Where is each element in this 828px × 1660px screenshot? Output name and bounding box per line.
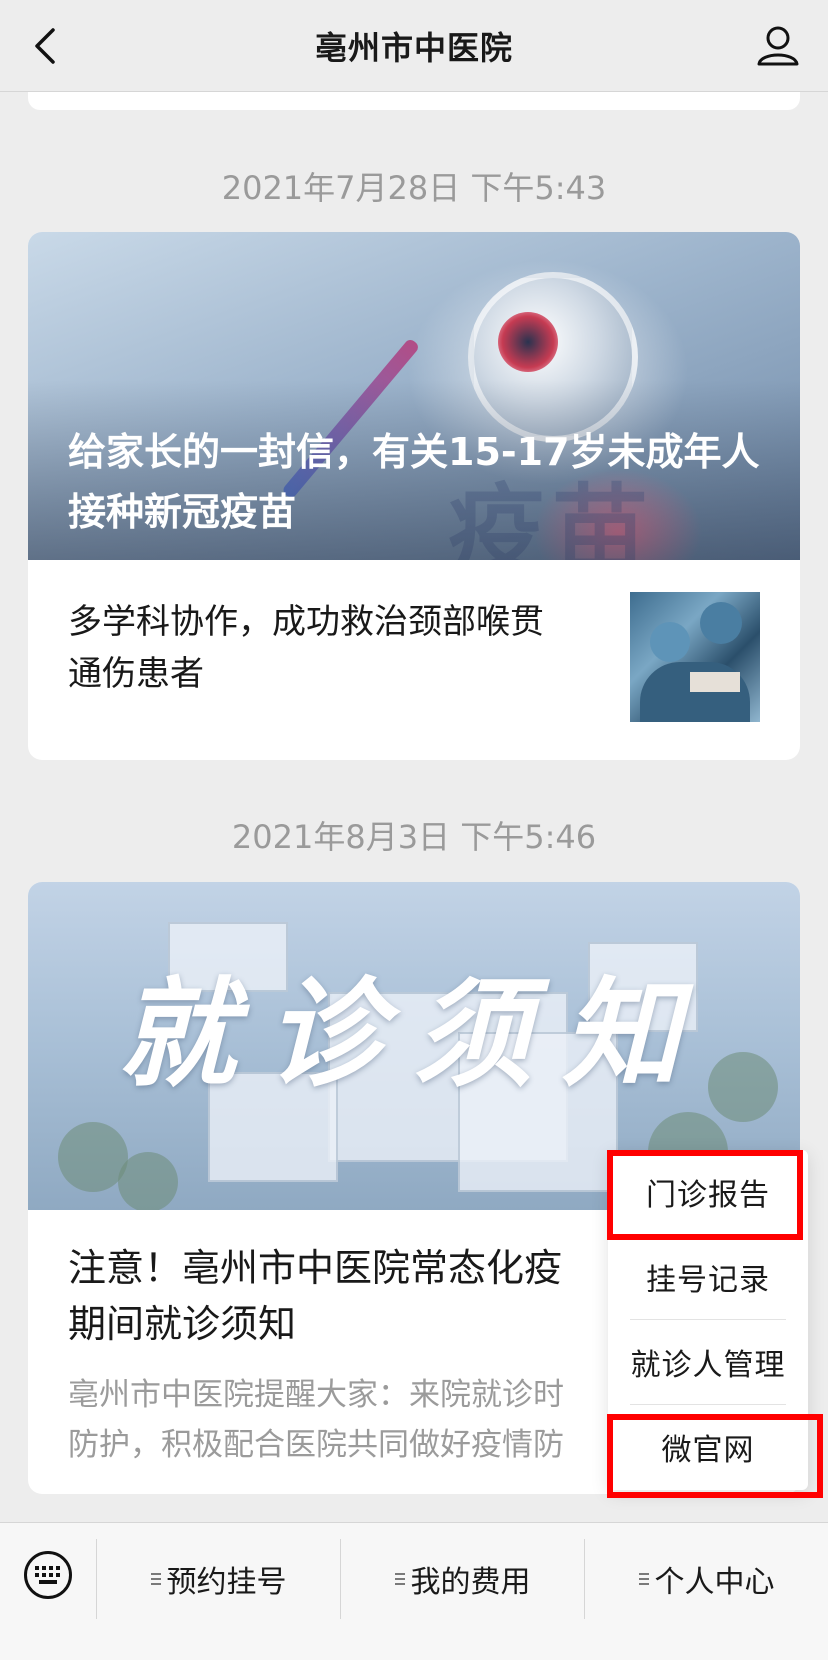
menu-lines-icon bbox=[638, 1570, 649, 1588]
highlight-box-outpatient-report bbox=[607, 1150, 803, 1240]
menu-item-patient-management[interactable]: 就诊人管理 bbox=[608, 1320, 808, 1404]
message-timestamp: 2021年8月3日 下午5:46 bbox=[231, 818, 597, 856]
menu-lines-icon bbox=[150, 1570, 161, 1588]
user-icon bbox=[757, 26, 799, 66]
chevron-left-icon bbox=[35, 28, 55, 64]
sub-article-item[interactable]: 多学科协作，成功救治颈部喉贯通伤患者 bbox=[28, 560, 800, 758]
article-card: 疫苗 给家长的一封信，有关15-17岁未成年人接种新冠疫苗 多学科协作，成功救治… bbox=[28, 232, 800, 760]
keyboard-toggle-button[interactable] bbox=[24, 1551, 72, 1599]
article-title[interactable]: 给家长的一封信，有关15-17岁未成年人接种新冠疫苗 bbox=[68, 422, 760, 542]
bottom-menu-my-fees[interactable]: 我的费用 bbox=[341, 1539, 584, 1619]
bottom-menu-personal-center[interactable]: 个人中心 bbox=[585, 1539, 828, 1619]
menu-item-registration-record[interactable]: 挂号记录 bbox=[608, 1235, 808, 1319]
navigation-bar: 亳州市中医院 bbox=[0, 0, 828, 92]
bottom-menu-bar: 预约挂号 我的费用 个人中心 bbox=[0, 1522, 828, 1660]
message-timestamp: 2021年7月28日 下午5:43 bbox=[221, 169, 607, 207]
sub-article-thumbnail bbox=[630, 592, 760, 722]
keyboard-icon bbox=[35, 1566, 60, 1584]
bottom-menu-appointment[interactable]: 预约挂号 bbox=[97, 1539, 340, 1619]
wechat-official-account-page: 亳州市中医院 2021年7月28日 下午5:43 疫苗 给家长的一封信，有关15… bbox=[0, 0, 828, 1660]
cover-title: 就诊须知 bbox=[117, 965, 710, 1103]
page-title: 亳州市中医院 bbox=[314, 28, 513, 67]
article-cover[interactable]: 疫苗 给家长的一封信，有关15-17岁未成年人接种新冠疫苗 bbox=[28, 232, 800, 560]
highlight-box-micro-website bbox=[607, 1414, 823, 1498]
vial-cap-image bbox=[498, 312, 558, 372]
back-button[interactable] bbox=[22, 22, 70, 70]
sub-article-title: 多学科协作，成功救治颈部喉贯通伤患者 bbox=[68, 602, 544, 694]
menu-lines-icon bbox=[394, 1570, 405, 1588]
profile-button[interactable] bbox=[752, 20, 804, 72]
